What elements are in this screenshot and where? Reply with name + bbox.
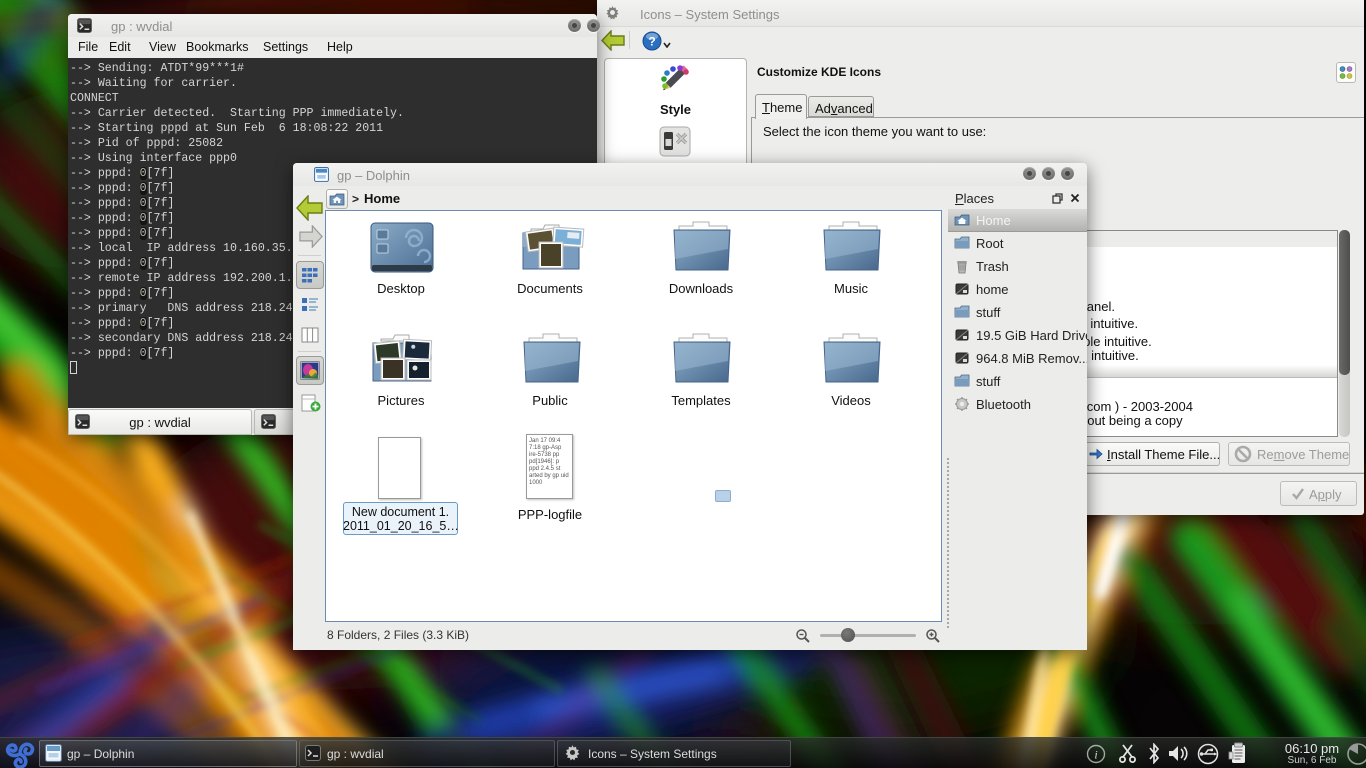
- svg-text:i: i: [1094, 748, 1097, 762]
- svg-text:?: ?: [648, 35, 655, 49]
